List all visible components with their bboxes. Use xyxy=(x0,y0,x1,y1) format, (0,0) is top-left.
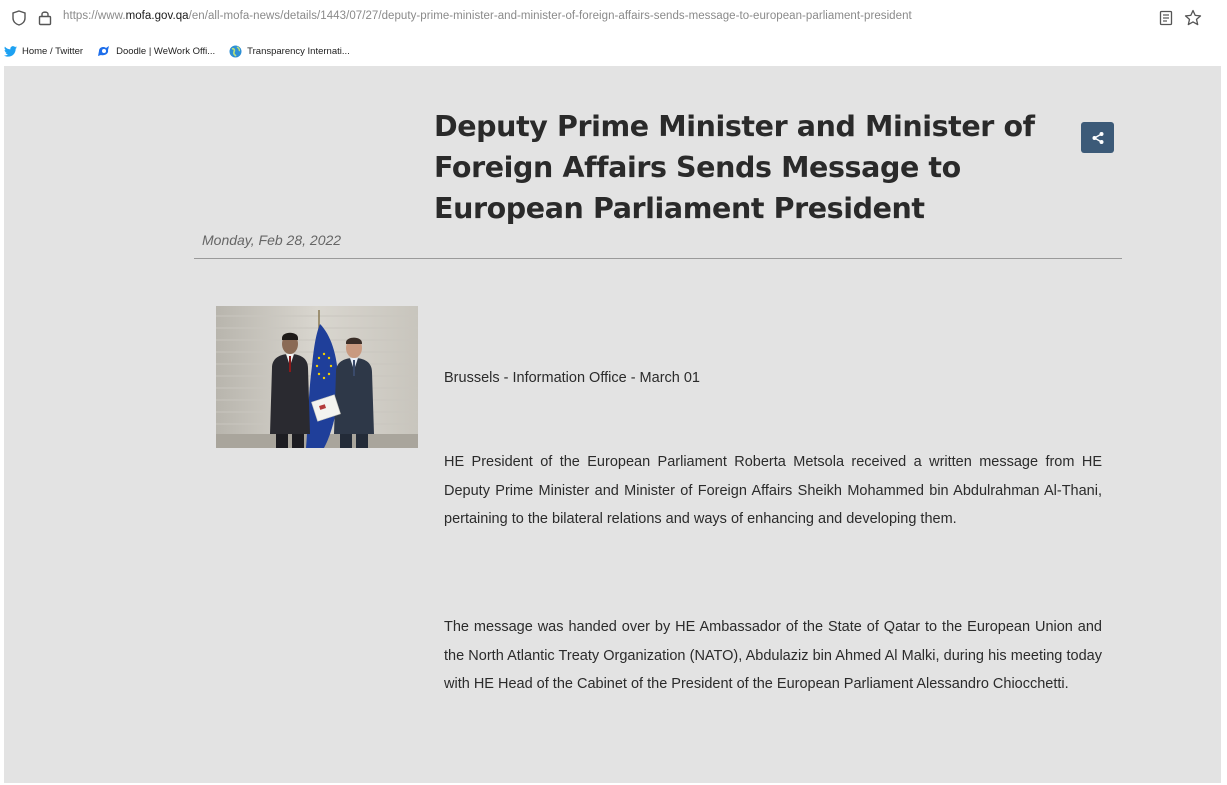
article-paragraph: HE President of the European Parliament … xyxy=(444,454,1102,527)
bookmark-label: Transparency Internati... xyxy=(247,45,350,57)
bookmark-doodle[interactable]: Doodle | WeWork Offi... xyxy=(97,45,215,57)
bookmarks-bar: Home / Twitter Doodle | WeWork Offi... T… xyxy=(0,40,1227,62)
url-host: mofa.gov.qa xyxy=(125,10,189,22)
globe-icon xyxy=(229,45,242,57)
bookmark-label: Doodle | WeWork Offi... xyxy=(116,45,216,57)
article-dateline: Brussels - Information Office - March 01 xyxy=(444,370,700,386)
bookmark-transparency[interactable]: Transparency Internati... xyxy=(229,45,350,58)
bookmark-twitter[interactable]: Home / Twitter xyxy=(4,46,83,57)
lock-icon[interactable] xyxy=(38,9,52,26)
article-date: Monday, Feb 28, 2022 xyxy=(202,232,342,248)
reader-view-icon[interactable] xyxy=(1159,10,1173,26)
article-title: Deputy Prime Minister and Minister of Fo… xyxy=(434,110,1035,225)
url-prefix: https://www. xyxy=(63,10,126,22)
article-photo[interactable] xyxy=(216,306,418,448)
browser-toolbar: https://www.mofa.gov.qa/en/all-mofa-news… xyxy=(0,0,1227,36)
bookmark-star-icon[interactable] xyxy=(1184,9,1202,27)
divider xyxy=(194,258,1122,259)
address-bar[interactable]: https://www.mofa.gov.qa/en/all-mofa-news… xyxy=(63,10,912,22)
share-icon xyxy=(1092,131,1103,144)
twitter-icon xyxy=(4,45,17,57)
share-button[interactable] xyxy=(1081,122,1114,153)
doodle-icon xyxy=(98,46,110,56)
url-path: /en/all-mofa-news/details/1443/07/27/dep… xyxy=(188,10,912,22)
article-paragraph: The message was handed over by HE Ambass… xyxy=(444,619,1102,692)
bookmark-label: Home / Twitter xyxy=(22,45,84,57)
shield-icon[interactable] xyxy=(12,10,26,26)
page-content: Deputy Prime Minister and Minister of Fo… xyxy=(4,66,1221,783)
